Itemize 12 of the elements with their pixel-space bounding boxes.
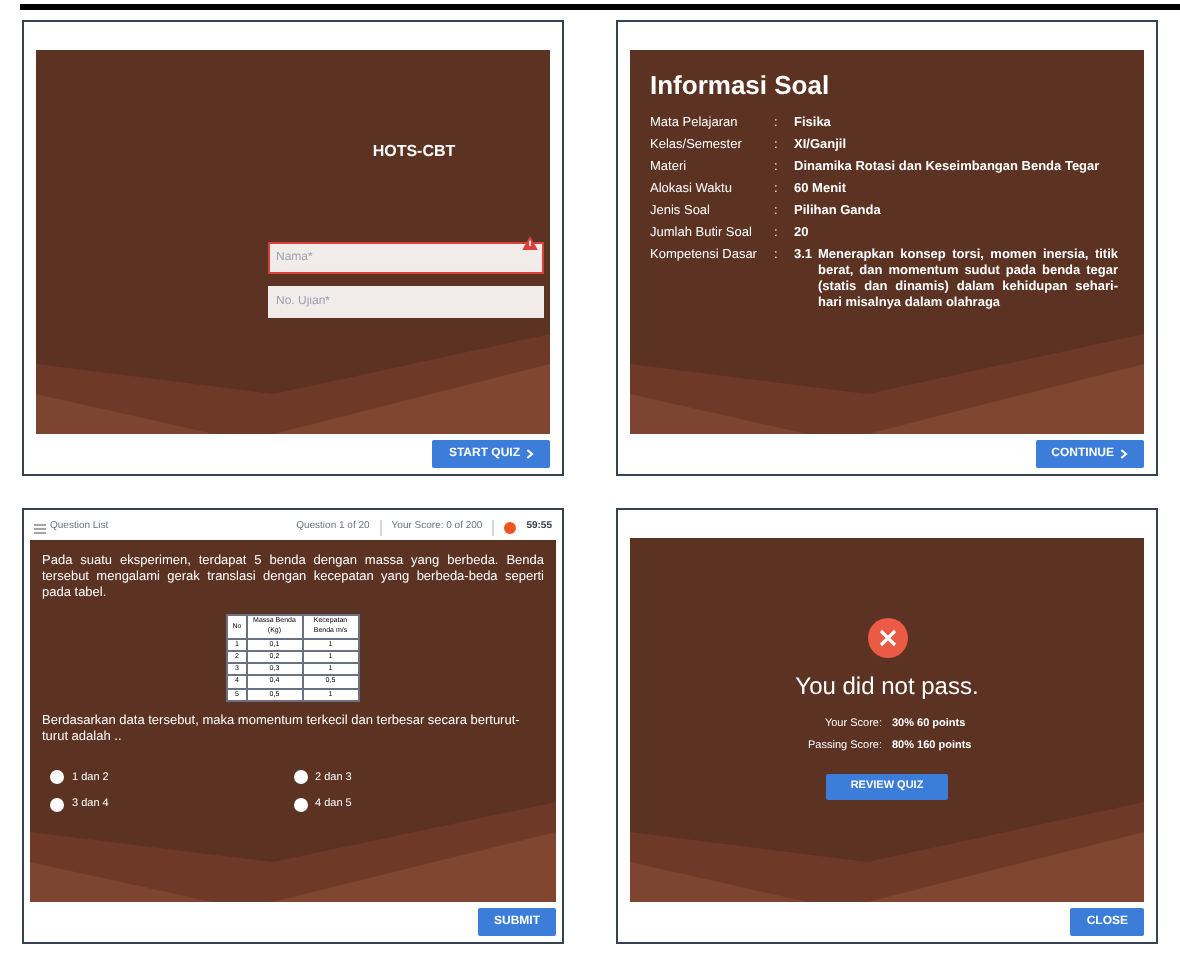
- list-icon: [34, 523, 46, 533]
- radio-button[interactable]: [50, 770, 64, 785]
- warning-icon: [522, 236, 538, 250]
- radio-button[interactable]: [293, 770, 307, 785]
- result-message: You did not pass.: [795, 670, 979, 704]
- fail-x-icon: [867, 618, 907, 658]
- radio-button[interactable]: [293, 797, 307, 812]
- radio-button[interactable]: [50, 797, 64, 812]
- chevron-right-icon: [526, 448, 534, 460]
- app-title: HOTS-CBT: [370, 140, 458, 164]
- section-heading: Informasi Soal: [650, 68, 832, 104]
- chevron-right-icon: [1120, 448, 1128, 460]
